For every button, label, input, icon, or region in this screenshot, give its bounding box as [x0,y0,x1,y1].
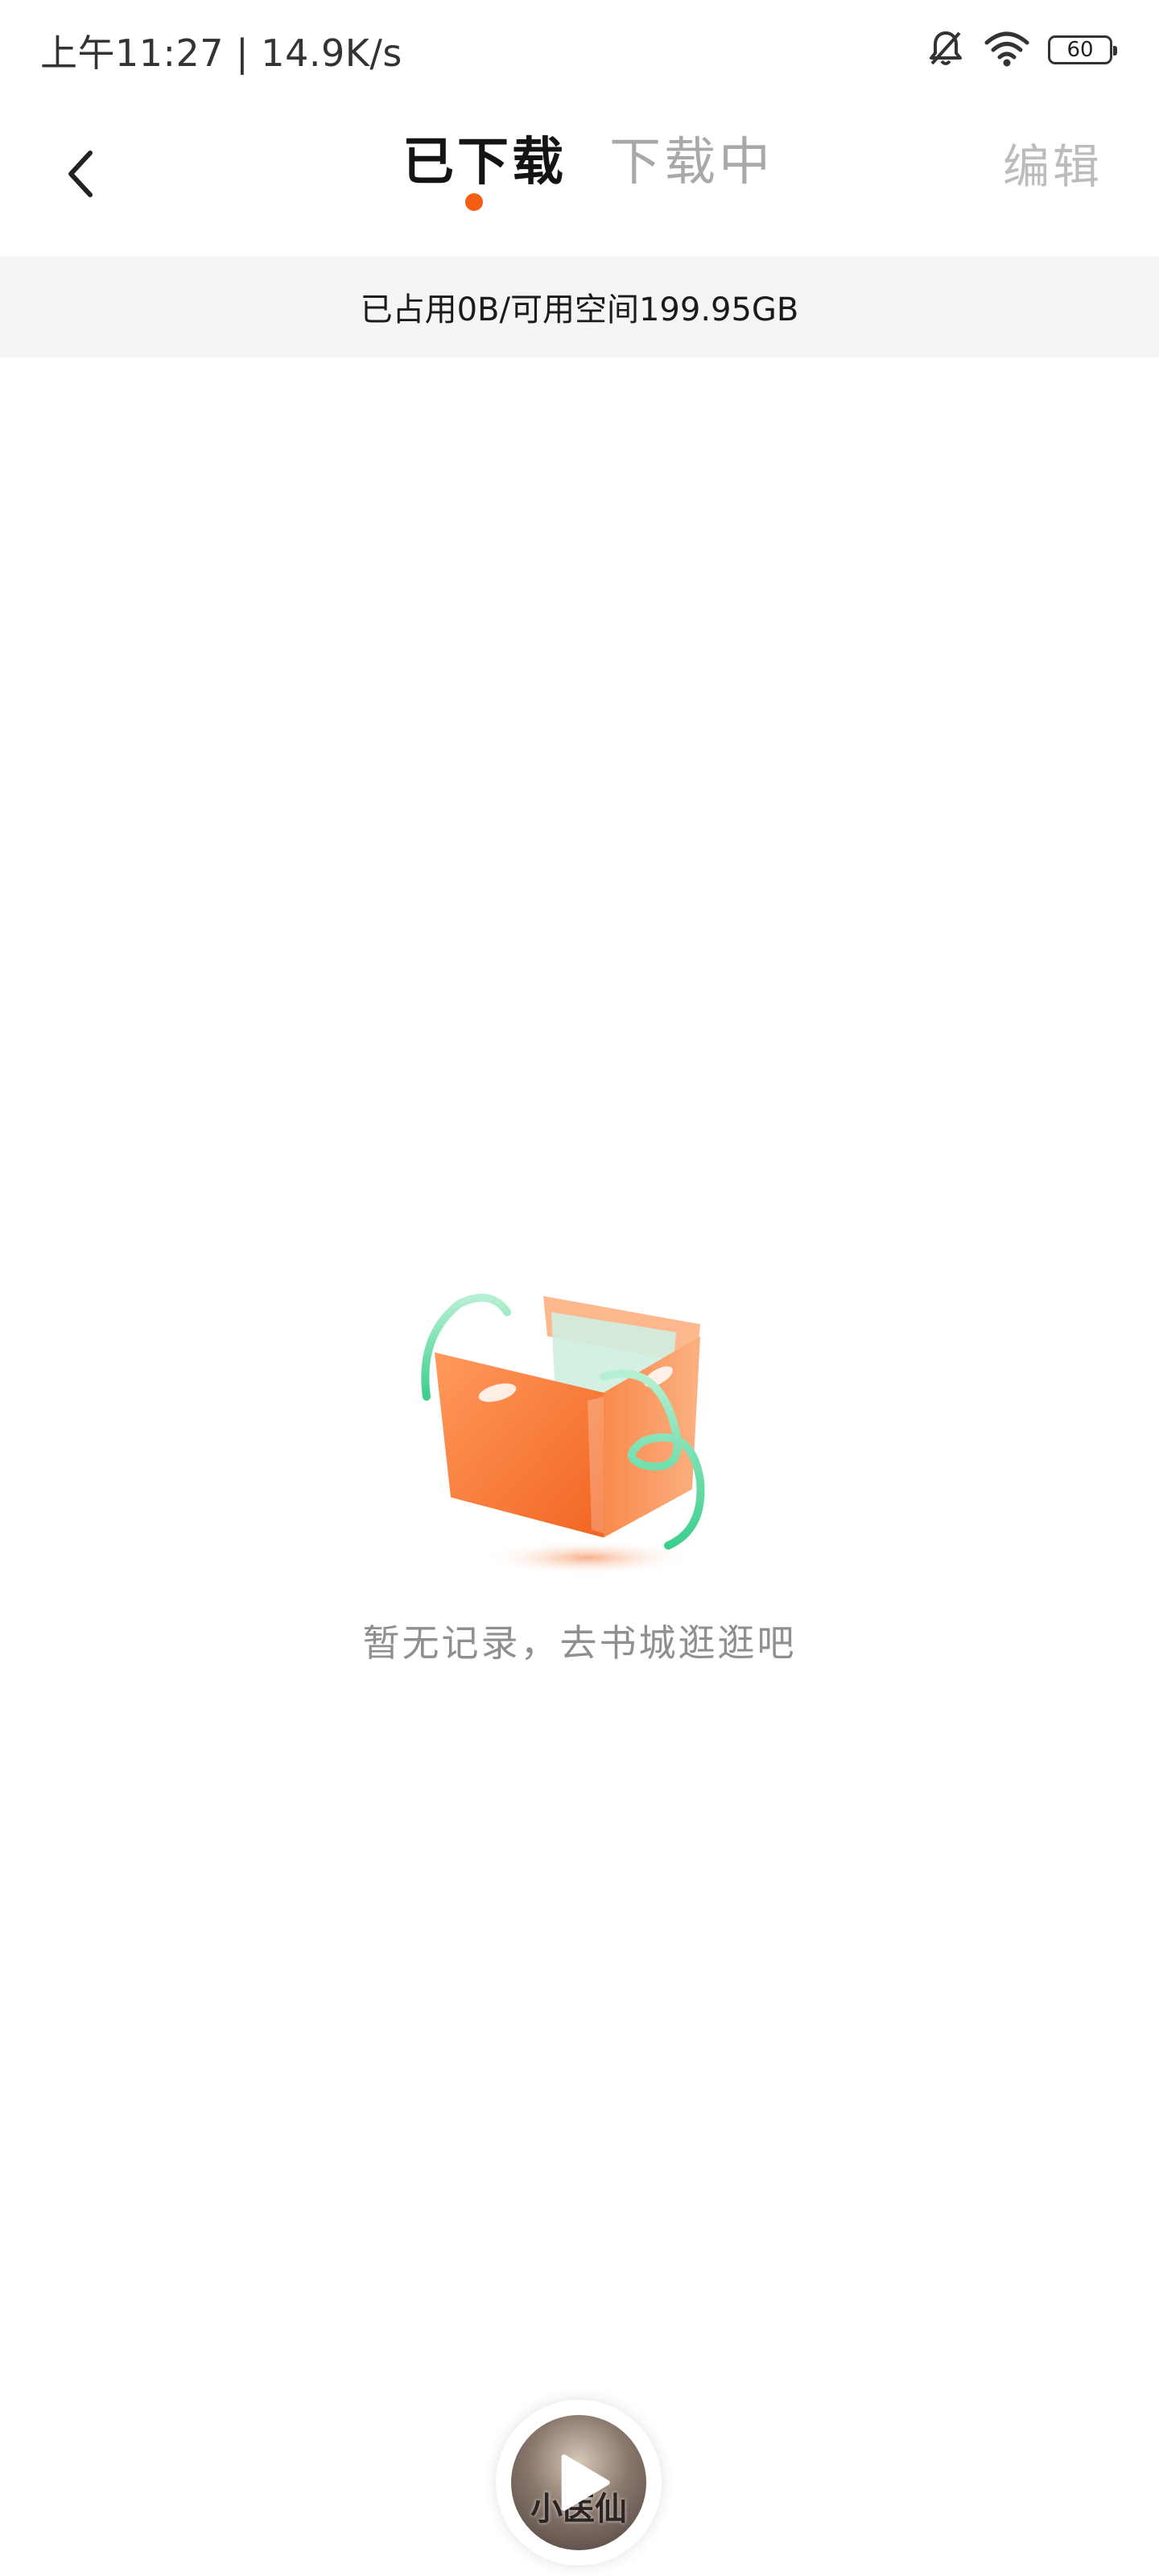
empty-state-message: 暂无记录，去书城逛逛吧 [362,1621,797,1665]
audiobook-cover: 小医仙 [511,2415,646,2550]
empty-basket-illustration [402,1256,757,1610]
status-icons: 60 [926,26,1117,74]
floating-audio-player[interactable]: 小医仙 [496,2400,662,2566]
tab-downloading[interactable]: 下载中 [609,121,773,195]
status-bar: 上午11:27 | 14.9K/s 60 [0,0,1159,97]
storage-usage-text: 已占用0B/可用空间199.95GB [360,291,799,328]
back-button[interactable] [48,129,121,217]
wifi-icon [984,30,1030,70]
edit-button[interactable]: 编辑 [1003,129,1103,196]
play-icon [561,2454,610,2511]
status-time-speed: 上午11:27 | 14.9K/s [40,31,402,75]
active-tab-indicator [465,193,483,211]
battery-icon: 60 [1048,35,1117,64]
tab-downloaded[interactable]: 已下载 [402,121,567,195]
top-nav: 已下载 下载中 编辑 [0,97,1159,258]
mute-bell-icon [926,28,966,72]
downloads-page: 上午11:27 | 14.9K/s 60 已下载 下载中 编辑 已占用0B/可用… [0,0,1159,2576]
storage-info-bar: 已占用0B/可用空间199.95GB [0,256,1159,357]
chevron-left-icon [68,151,93,197]
battery-level: 60 [1066,38,1094,62]
